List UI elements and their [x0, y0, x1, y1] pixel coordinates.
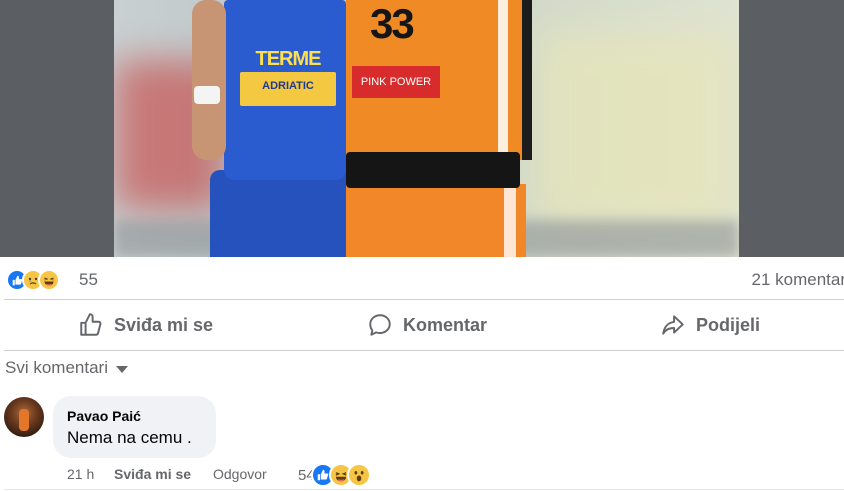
- comments-count-link[interactable]: 21 komentar: [752, 270, 844, 290]
- player-wristband: [194, 86, 220, 104]
- caret-down-icon: [115, 365, 128, 373]
- reaction-icons[interactable]: [6, 269, 60, 291]
- comment-text: Nema na cemu .: [67, 428, 192, 447]
- divider: [4, 350, 844, 351]
- share-button[interactable]: Podijeli: [660, 302, 760, 348]
- blue-jersey-badge: ADRIATIC: [240, 72, 336, 106]
- divider: [4, 299, 844, 300]
- haha-icon: [38, 269, 60, 291]
- avatar-figure: [19, 409, 29, 431]
- comment-button-label: Komentar: [403, 314, 488, 335]
- orange-jersey-sponsor: PINK POWER: [352, 66, 440, 98]
- share-arrow-icon: [662, 315, 684, 335]
- wow-icon: [346, 463, 371, 487]
- post-photo[interactable]: TERME TUHELJ ADRIATIC 33 PINK POWER: [114, 0, 739, 257]
- comment-bubble-icon: [369, 314, 391, 336]
- thumbs-up-icon: [80, 313, 102, 336]
- reaction-count[interactable]: 55: [79, 270, 98, 290]
- comment-like-button[interactable]: Sviđa mi se: [114, 466, 191, 482]
- player-arm: [192, 0, 226, 160]
- comment-reactions[interactable]: 54: [298, 463, 371, 487]
- post-photo-area: TERME TUHELJ ADRIATIC 33 PINK POWER: [0, 0, 844, 257]
- comments-filter-dropdown[interactable]: Svi komentari: [5, 358, 128, 378]
- comment-reply-button[interactable]: Odgovor: [213, 466, 267, 482]
- like-button[interactable]: Sviđa mi se: [78, 302, 213, 348]
- orange-jersey-number: 33: [370, 0, 415, 47]
- orange-jersey-stripe: [498, 0, 508, 160]
- comment-timestamp[interactable]: 21 h: [67, 466, 94, 482]
- commenter-avatar[interactable]: [4, 397, 44, 437]
- comments-filter-label: Svi komentari: [5, 358, 108, 377]
- comment-author[interactable]: Pavao Paić: [67, 408, 141, 424]
- orange-waistband: [346, 152, 520, 188]
- photo-player-blue: TERME TUHELJ ADRIATIC: [192, 0, 362, 257]
- orange-shorts-stripe: [504, 180, 516, 257]
- photo-background-blur: [534, 30, 734, 230]
- divider: [4, 489, 844, 490]
- photo-player-orange: 33 PINK POWER: [346, 0, 532, 257]
- comment-button[interactable]: Komentar: [367, 302, 487, 348]
- like-button-label: Sviđa mi se: [114, 314, 214, 335]
- comment-bubble: Pavao Paić Nema na cemu .: [53, 396, 216, 458]
- post-action-bar: Sviđa mi se Komentar Podijeli: [0, 302, 844, 348]
- share-button-label: Podijeli: [696, 314, 761, 335]
- orange-shorts: [346, 184, 526, 257]
- blue-shorts: [210, 170, 360, 257]
- reaction-summary-bar: 55 21 komentar: [0, 263, 844, 297]
